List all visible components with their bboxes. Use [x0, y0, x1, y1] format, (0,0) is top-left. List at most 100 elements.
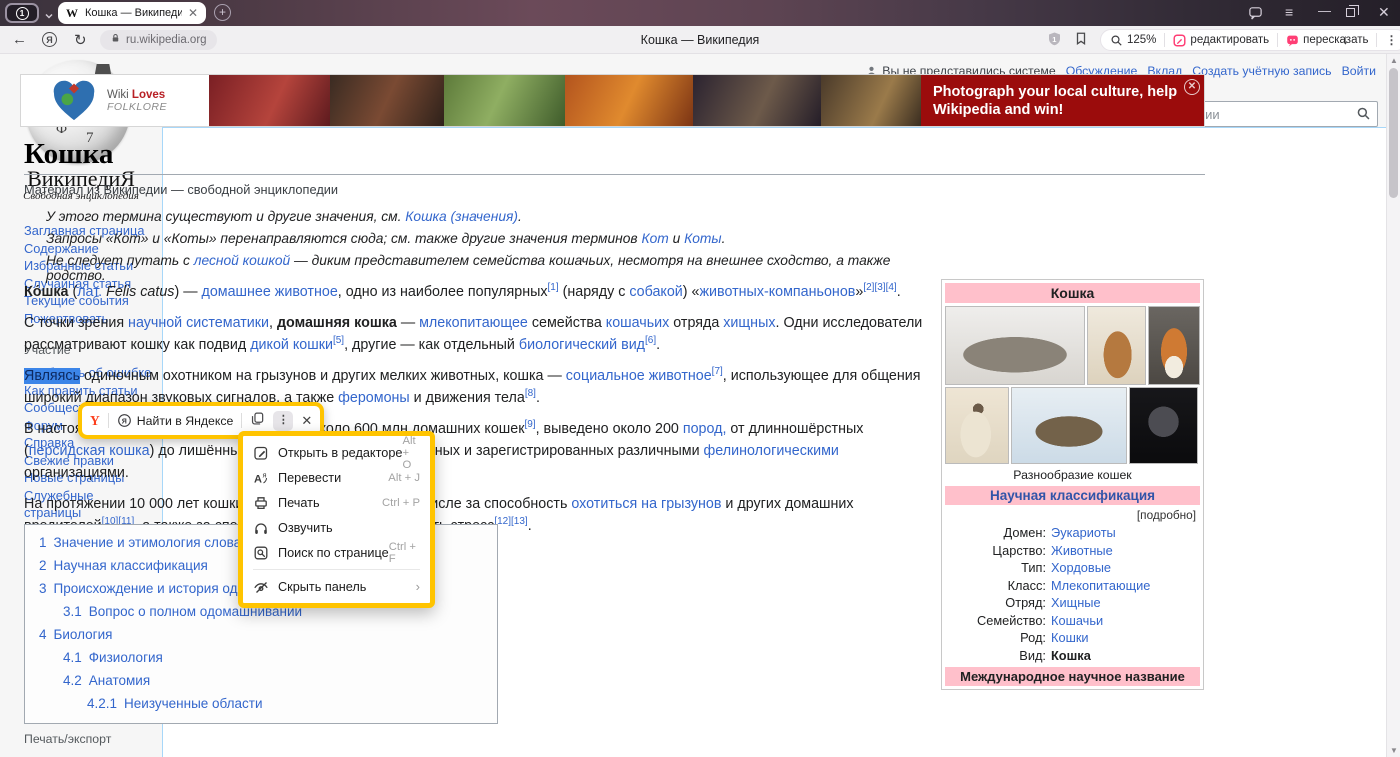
menu-item[interactable]: Открыть в редактореAlt + O: [243, 440, 430, 465]
article-link[interactable]: Кот: [641, 231, 668, 246]
more-tools-kebab-icon[interactable]: ⋮: [1385, 33, 1397, 47]
yandex-circle-icon[interactable]: Я: [42, 32, 57, 47]
article-link[interactable]: собакой: [629, 284, 682, 300]
zoom-control[interactable]: 125%: [1110, 34, 1156, 47]
copy-icon[interactable]: [250, 411, 265, 431]
circled-ya-icon: Я: [117, 413, 132, 428]
toolbar-close-icon[interactable]: ✕: [301, 413, 312, 429]
wiki-loves-folklore-banner[interactable]: Wiki Loves FOLKLORE Photograph your loca…: [20, 74, 1205, 127]
article-text: .: [897, 284, 901, 300]
reference-link[interactable]: [12][13]: [494, 516, 527, 527]
toc-item[interactable]: 4.2.1Неизученные области: [39, 696, 483, 711]
article-link[interactable]: фелинологическими: [704, 443, 839, 459]
menu-item[interactable]: Поиск по страницеCtrl + F: [243, 540, 430, 565]
article-link[interactable]: домашнее животное: [201, 284, 337, 300]
article-link[interactable]: дикой кошки: [250, 337, 333, 353]
article-link[interactable]: биологический вид: [519, 337, 645, 353]
search-icon[interactable]: [1356, 106, 1371, 126]
article-link[interactable]: животных-компаньонов: [699, 284, 855, 300]
article-link[interactable]: хищных: [723, 315, 775, 331]
menu-item[interactable]: ПечатьCtrl + P: [243, 490, 430, 515]
close-button[interactable]: ✕: [1378, 4, 1390, 21]
taxonomy-value[interactable]: Кошки: [1051, 629, 1089, 647]
toc-item[interactable]: 4Биология: [39, 627, 483, 642]
chat-bubble-icon[interactable]: [1248, 5, 1263, 23]
restore-button[interactable]: [1346, 8, 1355, 17]
svg-text:1: 1: [1052, 35, 1056, 44]
reference-link[interactable]: [2][3][4]: [863, 282, 896, 293]
cat-photo[interactable]: [1129, 387, 1198, 464]
article-link[interactable]: феромоны: [338, 390, 410, 406]
taxonomy-value[interactable]: Млекопитающие: [1051, 577, 1150, 595]
banner-photo: [565, 75, 693, 126]
browser-tab[interactable]: W Кошка — Википедия ✕: [58, 2, 206, 24]
article-link[interactable]: научной систематики: [128, 315, 269, 331]
scrollbar-thumb[interactable]: [1389, 68, 1398, 198]
user-link[interactable]: Создать учётную запись: [1192, 64, 1331, 78]
scroll-down-arrow[interactable]: ▼: [1387, 746, 1400, 755]
article-link[interactable]: Коты: [684, 231, 721, 246]
article-link[interactable]: персидская кошка: [29, 443, 150, 459]
cat-photo[interactable]: [1148, 306, 1200, 385]
taxonomy-value[interactable]: Эукариоты: [1051, 524, 1116, 542]
cat-photo[interactable]: [945, 306, 1085, 385]
menu-item[interactable]: Озвучить: [243, 515, 430, 540]
article-link[interactable]: лесной кошкой: [194, 253, 290, 268]
new-tab-button[interactable]: +: [214, 4, 231, 21]
cat-photo[interactable]: [1087, 306, 1147, 385]
toc-item[interactable]: 4.1Физиология: [39, 650, 483, 665]
toc-item[interactable]: 4.2Анатомия: [39, 673, 483, 688]
article-link[interactable]: кошачьих: [606, 315, 670, 331]
details-link[interactable]: [подробно]: [945, 505, 1200, 524]
search-in-yandex-button[interactable]: Я Найти в Яндексе: [117, 413, 234, 428]
article-link[interactable]: социальное животное: [566, 368, 712, 384]
minimize-button[interactable]: —: [1318, 3, 1331, 18]
article-link[interactable]: лат.: [77, 284, 102, 300]
chevron-down-icon[interactable]: [44, 8, 54, 26]
banner-close-icon[interactable]: ✕: [1184, 79, 1200, 95]
taxonomy-table: Домен:ЭукариотыЦарство:ЖивотныеТип:Хордо…: [945, 524, 1200, 664]
menu-item[interactable]: Скрыть панель›: [243, 574, 430, 599]
taxonomy-value[interactable]: Хордовые: [1051, 559, 1111, 577]
scroll-up-arrow[interactable]: ▲: [1387, 56, 1400, 65]
reference-link[interactable]: [6]: [645, 335, 656, 346]
taxonomy-value[interactable]: Хищные: [1051, 594, 1101, 612]
article-text: и движения тела: [410, 390, 525, 406]
reference-link[interactable]: [7]: [712, 366, 723, 377]
back-icon[interactable]: ←: [12, 31, 27, 48]
yandex-logo-icon[interactable]: Y: [90, 413, 100, 429]
paragraph: С точки зрения научной систематики, дома…: [24, 312, 929, 356]
reference-link[interactable]: [1]: [548, 282, 559, 293]
url-field[interactable]: ru.wikipedia.org: [100, 30, 217, 50]
taxonomy-value[interactable]: Животные: [1051, 542, 1113, 560]
article-link[interactable]: пород,: [683, 421, 727, 437]
scrollbar[interactable]: ▲ ▼: [1386, 54, 1400, 757]
wikipedia-favicon: W: [66, 6, 78, 21]
user-link[interactable]: Войти: [1342, 64, 1376, 78]
reference-link[interactable]: [8]: [525, 388, 536, 399]
retell-button[interactable]: пересказать: [1286, 34, 1368, 47]
reference-link[interactable]: [9]: [524, 419, 535, 430]
sidebar-link[interactable]: Скачать как PDF: [24, 753, 154, 757]
article-link[interactable]: млекопитающее: [419, 315, 528, 331]
refresh-icon[interactable]: ↻: [74, 31, 87, 49]
tab-close-icon[interactable]: ✕: [188, 6, 198, 20]
article-link[interactable]: Кошка (значения): [405, 209, 518, 224]
bookmark-flag-icon[interactable]: [1074, 31, 1088, 51]
toc-number: 3: [39, 581, 47, 596]
toolbar-kebab-icon[interactable]: ⋮: [273, 411, 293, 431]
banner-message: Photograph your local culture, help Wiki…: [921, 75, 1204, 126]
edit-page-button[interactable]: редактировать: [1173, 34, 1269, 47]
download-icon[interactable]: ↓: [1342, 31, 1349, 47]
submenu-chevron-icon: ›: [416, 579, 420, 594]
protect-shield-icon[interactable]: 1: [1046, 31, 1063, 52]
tab-group-button[interactable]: 1: [5, 3, 39, 23]
reference-link[interactable]: [5]: [333, 335, 344, 346]
cat-photo[interactable]: [1011, 387, 1127, 464]
cat-photo[interactable]: [945, 387, 1009, 464]
taxonomy-label: Семейство:: [945, 612, 1051, 630]
classification-header[interactable]: Научная классификация: [945, 486, 1200, 505]
taxonomy-value[interactable]: Кошачьи: [1051, 612, 1103, 630]
menu-hamburger-icon[interactable]: ≡: [1285, 4, 1293, 20]
article-link[interactable]: охотиться на грызунов: [571, 496, 721, 512]
